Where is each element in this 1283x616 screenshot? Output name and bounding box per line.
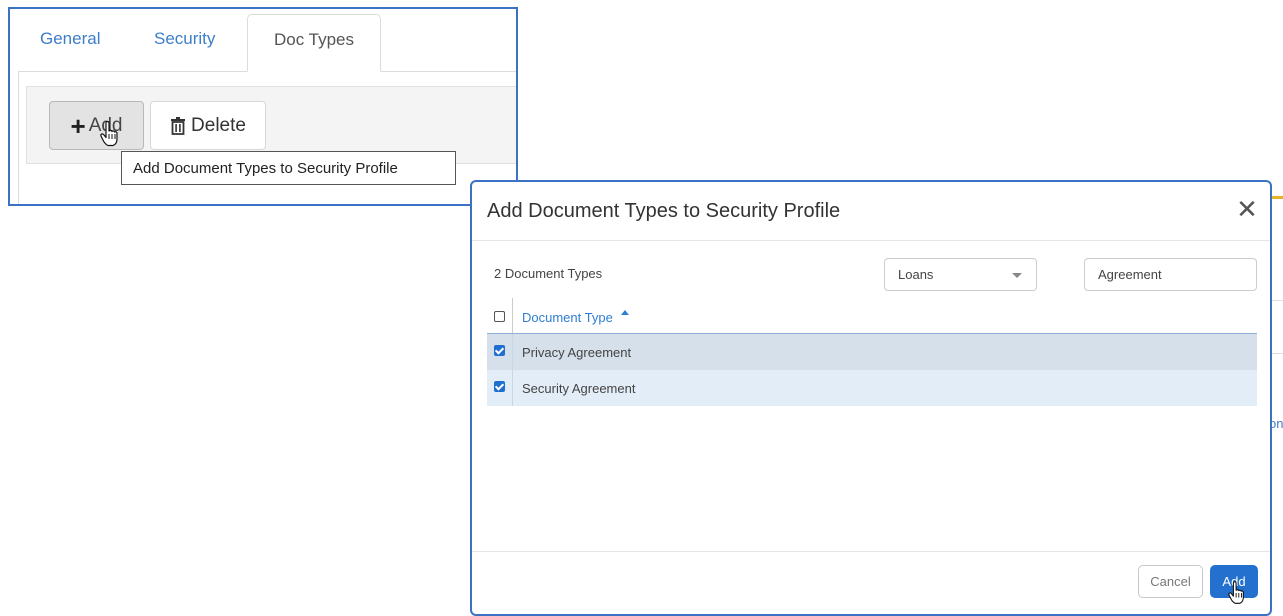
add-doc-types-modal: Add Document Types to Security Profile ✕… [470, 180, 1272, 616]
hand-cursor-icon [100, 121, 118, 147]
document-type-cell: Privacy Agreement [522, 345, 632, 360]
trash-icon [171, 116, 186, 135]
table-row[interactable]: Security Agreement [487, 370, 1257, 406]
modal-title: Add Document Types to Security Profile [487, 200, 841, 222]
tab-security[interactable]: Security [154, 29, 215, 49]
cancel-button[interactable]: Cancel [1138, 565, 1203, 598]
row-checkbox[interactable] [494, 381, 505, 392]
category-select[interactable]: Loans [884, 258, 1037, 291]
select-all-checkbox[interactable] [494, 311, 505, 322]
category-select-value: Loans [898, 267, 934, 282]
tab-general[interactable]: General [40, 29, 100, 49]
select-all-cell [487, 298, 513, 333]
add-button[interactable]: + Add [49, 101, 144, 150]
plus-icon: + [70, 110, 86, 141]
row-checkbox-cell [487, 370, 513, 406]
grid-header: Document Type [487, 298, 1257, 334]
filter-input[interactable] [1084, 258, 1257, 291]
sort-ascending-icon [621, 310, 629, 315]
document-type-grid: Document Type Privacy Agreement Security… [487, 298, 1257, 406]
modal-header-divider [472, 240, 1270, 241]
row-checkbox[interactable] [494, 345, 505, 356]
hand-cursor-icon [1228, 581, 1244, 604]
table-row[interactable]: Privacy Agreement [487, 334, 1257, 370]
tab-doc-types[interactable]: Doc Types [247, 14, 381, 72]
tab-bar: General Security Doc Types [10, 9, 516, 73]
modal-footer-divider [472, 551, 1270, 552]
column-header-document-type[interactable]: Document Type [522, 310, 613, 325]
close-icon[interactable]: ✕ [1236, 196, 1258, 222]
add-tooltip: Add Document Types to Security Profile [121, 151, 456, 185]
delete-button[interactable]: Delete [150, 101, 266, 150]
chevron-down-icon [1012, 273, 1022, 278]
delete-button-label: Delete [191, 114, 246, 136]
row-checkbox-cell [487, 334, 513, 370]
document-count: 2 Document Types [494, 266, 603, 281]
document-type-cell: Security Agreement [522, 381, 636, 396]
doc-types-panel: General Security Doc Types + Add Delete … [8, 7, 518, 206]
